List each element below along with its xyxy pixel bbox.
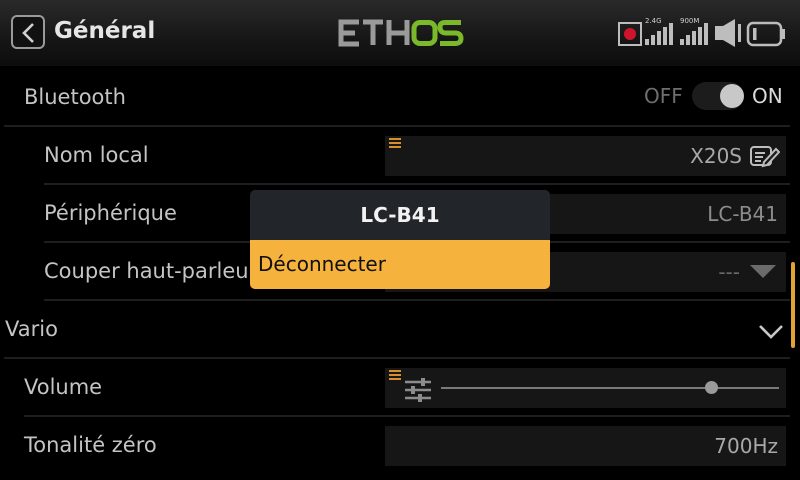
couper-value: --- — [718, 260, 740, 284]
scrollbar[interactable] — [791, 262, 795, 348]
status-band-24: 2.4G — [645, 17, 662, 25]
tonalite-value: 700Hz — [714, 434, 778, 458]
toggle-knob — [720, 84, 744, 108]
chevron-down-icon[interactable] — [758, 324, 784, 340]
nom-local-value: X20S — [690, 144, 742, 168]
toggle-on-label: ON — [752, 84, 783, 108]
nom-local-row: Nom local X20S — [44, 128, 790, 185]
status-icons — [618, 19, 785, 47]
sliders-icon — [405, 378, 431, 402]
speaker-icon — [715, 19, 741, 47]
device-popup: LC-B41 Déconnecter — [250, 190, 550, 289]
page-title: Général — [54, 18, 156, 44]
volume-field — [385, 368, 786, 408]
peripherique-label: Périphérique — [44, 201, 177, 225]
menu-lines-icon — [389, 138, 401, 148]
edit-icon[interactable] — [750, 144, 780, 168]
vario-label: Vario — [5, 317, 58, 341]
volume-slider[interactable] — [441, 381, 779, 394]
volume-row: Volume — [24, 360, 790, 417]
popup-title: LC-B41 — [360, 203, 440, 227]
record-icon — [618, 22, 642, 46]
dropdown-arrow-icon — [750, 265, 776, 278]
menu-lines-icon — [389, 370, 401, 380]
disconnect-menu-item[interactable]: Déconnecter — [250, 240, 550, 289]
battery-icon — [746, 21, 785, 47]
top-bar: Général 2.4G 900M — [0, 0, 800, 66]
ethos-logo — [338, 19, 464, 47]
couper-label: Couper haut-parleur — [44, 259, 258, 283]
tonalite-row: Tonalité zéro 700Hz — [24, 418, 790, 475]
toggle-off-label: OFF — [644, 84, 683, 108]
volume-label: Volume — [24, 375, 103, 399]
bluetooth-row: Bluetooth OFF ON — [4, 70, 790, 127]
volume-slider-knob[interactable] — [705, 381, 719, 394]
tonalite-field[interactable]: 700Hz — [385, 426, 786, 466]
chevron-left-icon — [22, 23, 34, 43]
nom-local-label: Nom local — [44, 143, 149, 167]
peripherique-value: LC-B41 — [707, 202, 778, 226]
bluetooth-label: Bluetooth — [24, 85, 126, 109]
vario-row[interactable]: Vario — [4, 302, 790, 359]
nom-local-field[interactable]: X20S — [385, 136, 786, 176]
tonalite-label: Tonalité zéro — [24, 433, 157, 457]
signal-900m-icon — [680, 23, 708, 45]
bluetooth-toggle[interactable] — [692, 82, 744, 110]
signal-2g4-icon — [645, 23, 673, 45]
status-area: 2.4G 900M — [618, 14, 788, 50]
back-button[interactable] — [11, 15, 45, 49]
status-band-900: 900M — [680, 17, 700, 25]
